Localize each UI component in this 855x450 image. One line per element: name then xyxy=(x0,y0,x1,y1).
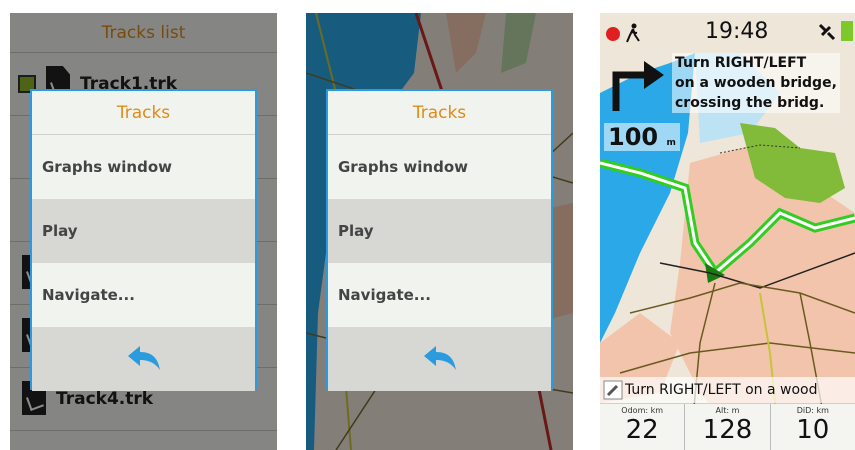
distance-value: 100 xyxy=(608,123,659,151)
turn-instruction: Turn RIGHT/LEFT on a wooden bridge, cros… xyxy=(672,53,840,113)
back-arrow-icon xyxy=(423,346,456,370)
distance-unit: m xyxy=(666,138,676,148)
back-arrow-icon xyxy=(127,346,160,370)
menu-item-play[interactable]: Play xyxy=(32,199,255,263)
pencil-icon xyxy=(603,380,623,400)
map-screen: Tracks Graphs window Play Navigate... xyxy=(306,13,573,450)
stat-value: 128 xyxy=(702,415,753,445)
tracks-dialog: Tracks Graphs window Play Navigate... xyxy=(326,89,553,391)
menu-item-graphs-window[interactable]: Graphs window xyxy=(328,135,551,199)
back-button[interactable] xyxy=(32,327,255,391)
stat-altitude[interactable]: Alt: m 128 xyxy=(685,404,771,450)
menu-item-navigate[interactable]: Navigate... xyxy=(328,263,551,327)
distance-to-turn: 100 m xyxy=(604,123,680,151)
turn-right-arrow-icon xyxy=(612,61,664,111)
stat-value: 10 xyxy=(796,415,830,445)
stat-label: DiD: km xyxy=(796,406,829,415)
instruction-banner: Turn RIGHT/LEFT on a wood xyxy=(600,377,855,403)
tracks-dialog: Tracks Graphs window Play Navigate... xyxy=(30,89,257,391)
stat-label: Odom: km xyxy=(621,406,664,415)
stat-label: Alt: m xyxy=(715,406,740,415)
recording-dot-icon xyxy=(606,27,620,41)
stat-distance-to-destination[interactable]: DiD: km 10 xyxy=(771,404,855,450)
battery-icon xyxy=(841,21,853,41)
satellite-icon xyxy=(818,23,836,41)
stats-bar: Odom: km 22 Alt: m 128 DiD: km 10 xyxy=(600,404,855,450)
menu-item-play[interactable]: Play xyxy=(328,199,551,263)
tracks-list-screen: Tracks list Track1.trk Track4.trk Tracks… xyxy=(10,13,277,450)
instruction-line: crossing the bridg. xyxy=(675,95,825,111)
instruction-line: on a wooden bridge, xyxy=(675,75,837,91)
banner-text: Turn RIGHT/LEFT on a wood xyxy=(625,382,818,398)
clock-time: 19:48 xyxy=(705,19,769,44)
dialog-title: Tracks xyxy=(328,91,551,135)
back-button[interactable] xyxy=(328,327,551,391)
dialog-title: Tracks xyxy=(32,91,255,135)
menu-item-navigate[interactable]: Navigate... xyxy=(32,263,255,327)
menu-item-graphs-window[interactable]: Graphs window xyxy=(32,135,255,199)
instruction-line: Turn RIGHT/LEFT xyxy=(675,55,807,71)
stat-odometer[interactable]: Odom: km 22 xyxy=(600,404,686,450)
stat-value: 22 xyxy=(625,415,659,445)
navigation-screen: 19:48 Turn RIGHT/LEFT on a wooden bridge… xyxy=(600,13,855,450)
walking-icon xyxy=(626,23,640,43)
